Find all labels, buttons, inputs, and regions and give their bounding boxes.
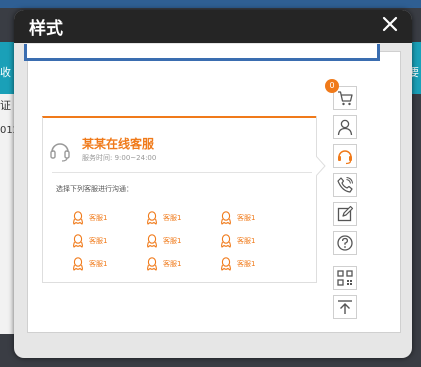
feedback-button[interactable] [333,202,357,226]
online-service-button[interactable] [333,144,357,168]
back-to-top-icon [338,300,352,314]
qq-icon [147,234,157,248]
qq-icon [221,211,231,225]
agent-link[interactable]: 客服1 [220,234,255,248]
agent-label: 客服1 [237,237,256,245]
agent-link[interactable]: 客服1 [72,257,107,271]
headset-icon [50,143,70,162]
qq-icon [73,211,83,225]
qq-icon [147,257,157,271]
preview-frame [24,44,380,61]
background-top-bar [0,0,421,8]
dialog-title: 样式 [29,19,63,39]
qq-icon [221,234,231,248]
divider [52,172,312,173]
dialog-header: 样式 [14,10,412,43]
agent-label: 客服1 [237,214,256,222]
qq-icon [147,211,157,225]
qrcode-icon [337,270,353,286]
chat-panel-pointer [316,156,326,176]
cart-icon [338,91,353,106]
agent-link[interactable]: 客服1 [146,257,181,271]
agent-label: 客服1 [163,214,182,222]
agent-link[interactable]: 客服1 [220,257,255,271]
user-icon [337,119,353,136]
chat-panel-border [316,116,317,282]
qrcode-button[interactable] [333,266,357,290]
agent-link[interactable]: 客服1 [72,211,107,225]
agent-label: 客服1 [89,237,108,245]
help-icon [337,235,353,251]
agent-label: 客服1 [89,260,108,268]
agent-link[interactable]: 客服1 [220,211,255,225]
agent-link[interactable]: 客服1 [146,211,181,225]
agent-label: 客服1 [89,214,108,222]
chat-title: 某某在线客服 [82,137,155,151]
phone-button[interactable] [333,173,357,197]
agent-label: 客服1 [237,260,256,268]
agent-link[interactable]: 客服1 [146,234,181,248]
service-hours: 服务时间: 9:00~24:00 [82,154,157,162]
background-text: 012 [0,125,14,136]
qq-icon [73,257,83,271]
back-to-top-button[interactable] [333,295,357,319]
headset-icon [338,150,352,165]
background-text: 收 [0,66,11,79]
agent-label: 客服1 [163,237,182,245]
background-text: 证 [0,99,11,112]
close-icon[interactable] [381,15,399,33]
qq-icon [73,234,83,248]
qq-icon [221,257,231,271]
user-button[interactable] [333,115,357,139]
agent-label: 客服1 [163,260,182,268]
help-button[interactable] [333,231,357,255]
chat-instruction: 选择下列客服进行沟通： [56,185,133,193]
agent-link[interactable]: 客服1 [72,234,107,248]
edit-icon [337,205,354,222]
cart-count-badge: 0 [325,79,339,93]
phone-icon [337,177,353,193]
